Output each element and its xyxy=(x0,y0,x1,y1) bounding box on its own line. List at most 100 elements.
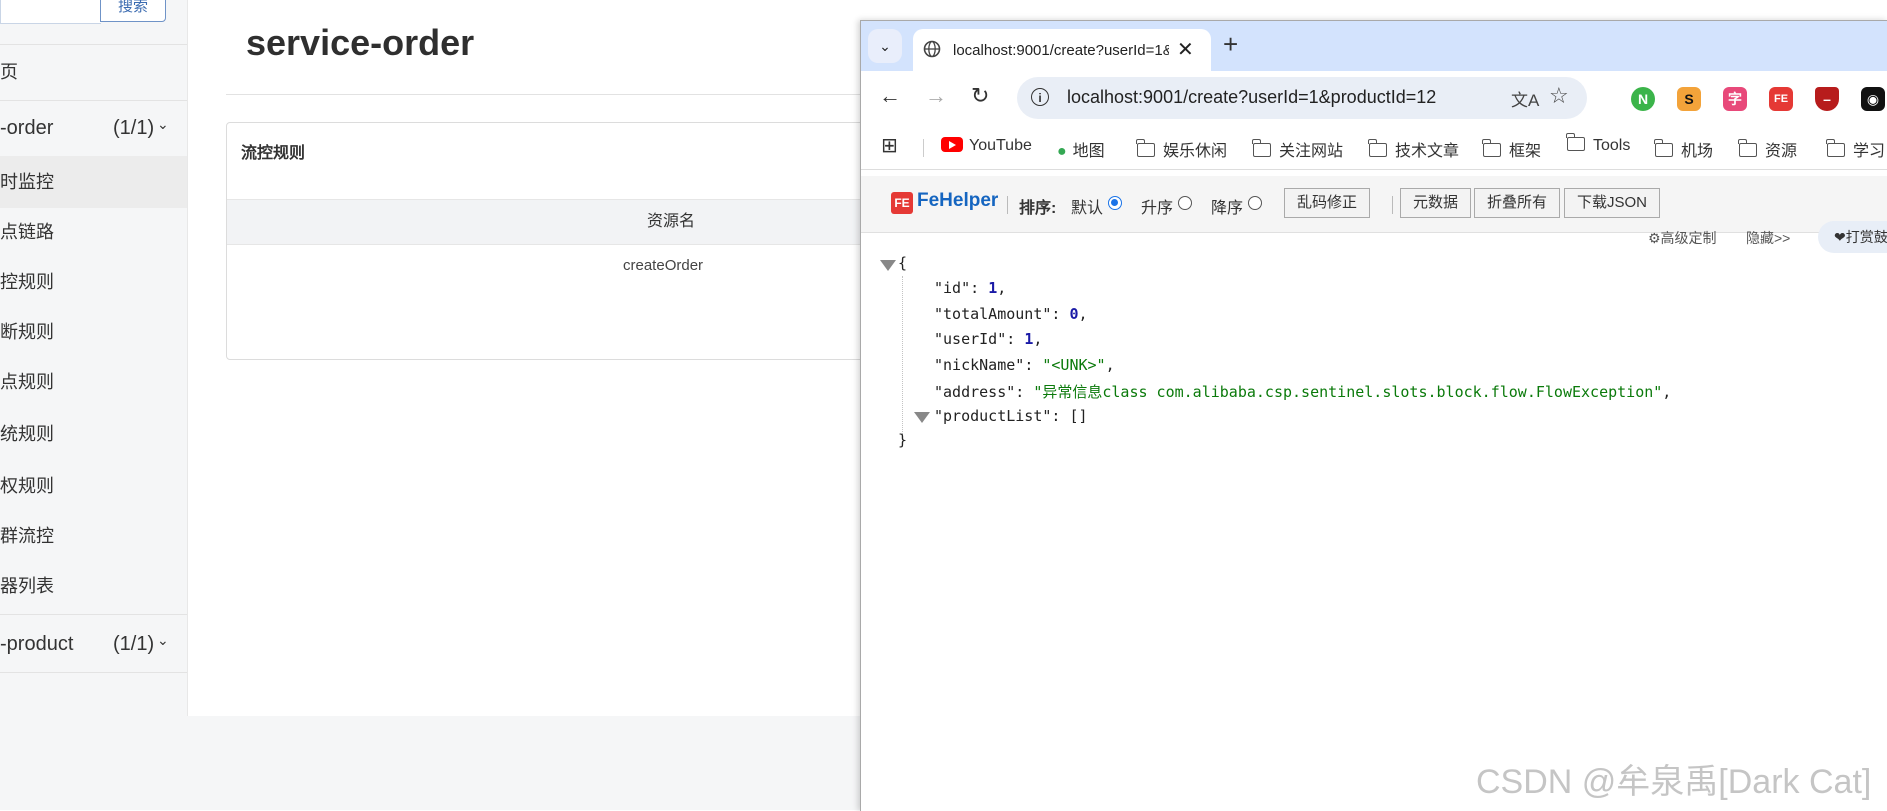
bookmark-folder-resources[interactable]: 资源 xyxy=(1738,137,1797,161)
translate-icon[interactable]: 文A xyxy=(1511,86,1539,111)
json-line-userId: "userId": 1, xyxy=(934,330,1043,348)
json-viewer: { "id": 1, "totalAmount": 0, "userId": 1… xyxy=(860,250,1887,470)
sort-default-radio[interactable] xyxy=(1108,196,1122,210)
node-icon[interactable]: N xyxy=(1631,87,1655,111)
search-button[interactable]: 搜索 xyxy=(100,0,166,22)
sort-asc-label: 升序 xyxy=(1141,200,1174,217)
folder-icon xyxy=(1738,139,1757,157)
sidebar-item-flow-rules[interactable]: 控规则 xyxy=(0,256,187,308)
json-open-brace: { xyxy=(898,254,908,272)
divider xyxy=(0,672,187,673)
json-line-nickName: "nickName": "<UNK>", xyxy=(934,356,1115,374)
sidebar-item-cluster-flow[interactable]: 群流控 xyxy=(0,510,187,562)
folder-icon xyxy=(1136,139,1155,157)
folder-icon xyxy=(1252,139,1271,157)
sort-label: 排序: xyxy=(1019,200,1057,217)
divider xyxy=(1392,196,1393,214)
fix-encoding-button[interactable]: 乱码修正 xyxy=(1284,188,1371,218)
page-title: service-order xyxy=(246,22,475,63)
bookmark-youtube[interactable]: YouTube xyxy=(941,137,1032,155)
reload-icon[interactable]: ↻ xyxy=(971,83,989,109)
chevron-down-icon: ⌄ xyxy=(157,116,169,132)
globe-icon xyxy=(923,40,941,58)
bookmark-folder-entertainment[interactable]: 娱乐休闲 xyxy=(1136,137,1227,161)
tab-title: localhost:9001/create?userId=1& xyxy=(953,42,1169,59)
sidebar-item-auth-rules[interactable]: 权规则 xyxy=(0,460,187,512)
close-icon[interactable]: ✕ xyxy=(1177,37,1194,62)
folder-icon xyxy=(1566,133,1585,151)
sort-desc-label: 降序 xyxy=(1211,200,1244,217)
donate-button[interactable]: ❤打赏鼓励 xyxy=(1818,221,1887,253)
info-icon[interactable]: i xyxy=(1031,88,1049,106)
divider xyxy=(0,44,187,45)
divider xyxy=(226,94,896,95)
divider xyxy=(1007,196,1008,214)
panel-title: 流控规则 xyxy=(241,145,306,162)
sidebar-item-machine-list[interactable]: 器列表 xyxy=(0,560,187,612)
json-line-totalAmount: "totalAmount": 0, xyxy=(934,305,1088,323)
url-text: localhost:9001/create?userId=1&productId… xyxy=(1067,87,1437,107)
folder-icon xyxy=(1482,139,1501,157)
sidebar-item-degrade-rules[interactable]: 断规则 xyxy=(0,306,187,358)
advanced-settings-link[interactable]: ⚙高级定制 xyxy=(1648,228,1717,248)
folder-icon xyxy=(1826,139,1845,157)
collapse-all-button[interactable]: 折叠所有 xyxy=(1474,188,1561,218)
translate-ext-icon[interactable]: 字 xyxy=(1723,87,1747,111)
fehelper-brand[interactable]: FeHelper xyxy=(917,190,998,212)
folder-icon xyxy=(1368,139,1387,157)
search-input[interactable] xyxy=(0,0,101,24)
new-tab-button[interactable]: + xyxy=(1223,29,1238,60)
sort-desc-radio[interactable] xyxy=(1248,196,1262,210)
app-service-order[interactable]: -order (1/1) ⌄ xyxy=(0,100,187,156)
star-icon[interactable]: ☆ xyxy=(1549,83,1569,109)
folder-icon xyxy=(1654,139,1673,157)
bookmark-folder-follow[interactable]: 关注网站 xyxy=(1252,137,1343,161)
collapse-triangle-icon[interactable] xyxy=(880,260,896,271)
tab-strip: ⌄ localhost:9001/create?userId=1& ✕ + xyxy=(861,21,1887,71)
bookmarks-bar: ⊞ YouTube ● 地图 娱乐休闲 关注网站 技术文章 框架 Tools 机场… xyxy=(861,125,1887,170)
column-resource-name: 资源名 xyxy=(647,213,696,230)
collapse-triangle-icon[interactable] xyxy=(914,412,930,423)
tab-search-button[interactable]: ⌄ xyxy=(868,29,902,63)
bookmark-folder-study[interactable]: 学习 xyxy=(1826,137,1885,161)
raw-data-button[interactable]: 元数据 xyxy=(1400,188,1472,218)
flow-rules-panel: 流控规则 资源名 createOrder xyxy=(226,122,898,360)
sort-default-label: 默认 xyxy=(1071,200,1104,217)
sidebar-item-home[interactable]: 页 xyxy=(0,46,187,98)
sidebar: 搜索 页 -order (1/1) ⌄ 时监控 点链路 控规则 断规则 点规则 … xyxy=(0,0,188,716)
chevron-down-icon: ⌄ xyxy=(157,632,169,648)
bookmark-folder-tech[interactable]: 技术文章 xyxy=(1368,137,1459,161)
fehelper-icon[interactable]: FE xyxy=(1769,87,1793,111)
search-box: 搜索 xyxy=(0,0,168,24)
watermark: CSDN @牟泉禹[Dark Cat] xyxy=(1476,763,1872,801)
fehelper-logo-icon: FE xyxy=(891,192,913,214)
forward-arrow-icon[interactable]: → xyxy=(925,83,947,109)
sidebar-item-system-rules[interactable]: 统规则 xyxy=(0,408,187,460)
sidebar-item-hotspot-rules[interactable]: 点规则 xyxy=(0,356,187,408)
map-pin-icon: ● xyxy=(1057,143,1067,160)
s-icon[interactable]: S xyxy=(1677,87,1701,111)
shield-icon[interactable]: – xyxy=(1815,87,1839,111)
sort-asc-radio[interactable] xyxy=(1178,196,1192,210)
address-bar[interactable]: i localhost:9001/create?userId=1&product… xyxy=(1017,77,1587,119)
bookmark-folder-tools[interactable]: Tools xyxy=(1566,133,1630,155)
bookmark-folder-framework[interactable]: 框架 xyxy=(1482,137,1541,161)
apps-grid-icon[interactable]: ⊞ xyxy=(881,133,898,158)
youtube-icon xyxy=(941,137,963,152)
table-cell-resource: createOrder xyxy=(623,257,704,274)
bookmark-maps[interactable]: ● 地图 xyxy=(1057,137,1105,161)
footer-area xyxy=(0,716,880,810)
sidebar-item-realtime-monitor[interactable]: 时监控 xyxy=(0,156,187,208)
json-guide-line xyxy=(902,276,903,442)
bookmark-folder-airport[interactable]: 机场 xyxy=(1654,137,1713,161)
json-line-productList: "productList": [] xyxy=(934,407,1088,425)
json-close-brace: } xyxy=(898,431,908,449)
panda-icon[interactable]: ◉ xyxy=(1861,87,1885,111)
back-arrow-icon[interactable]: ← xyxy=(879,83,901,109)
divider xyxy=(923,139,924,157)
tab-localhost[interactable]: localhost:9001/create?userId=1& ✕ xyxy=(913,29,1211,71)
sidebar-item-cluster-link[interactable]: 点链路 xyxy=(0,206,187,258)
app-service-product[interactable]: -product (1/1) ⌄ xyxy=(0,616,187,672)
hide-link[interactable]: 隐藏>> xyxy=(1746,228,1790,248)
download-json-button[interactable]: 下载JSON xyxy=(1564,188,1661,218)
